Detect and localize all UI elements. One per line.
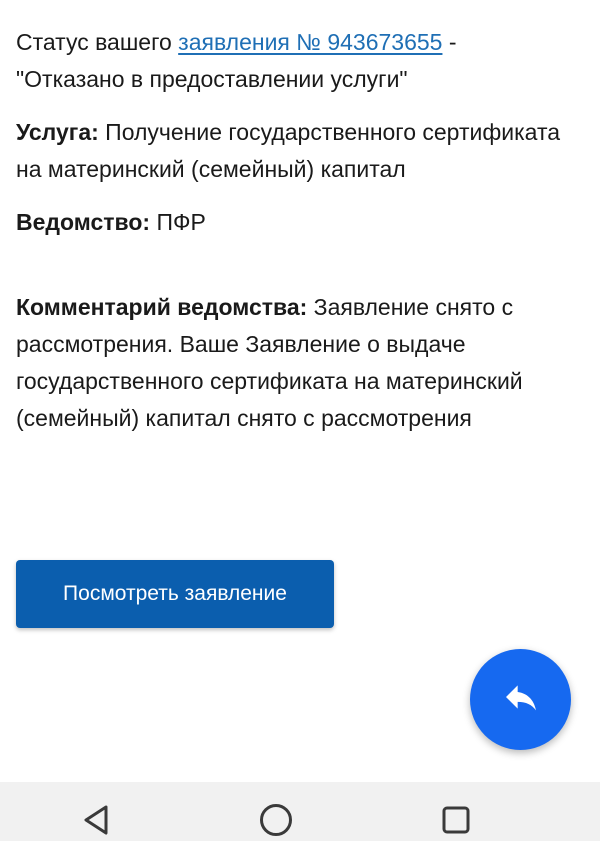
agency-value: ПФР [150,209,206,235]
view-application-button[interactable]: Посмотреть заявление [16,560,334,628]
application-link[interactable]: заявления № 943673655 [178,29,442,55]
agency-label: Ведомство: [16,209,151,235]
comment-label: Комментарий ведомства: [16,294,308,320]
service-label: Услуга: [16,119,99,145]
status-separator: - [442,29,457,55]
reply-icon [501,677,541,722]
comment-line: Комментарий ведомства: Заявление снято с… [16,289,576,437]
service-line: Услуга: Получение государственного серти… [16,114,576,188]
recents-square-icon [439,803,473,842]
status-prefix: Статус вашего [16,29,179,55]
back-triangle-icon [79,803,113,842]
home-circle-icon [258,802,294,843]
reply-fab-button[interactable] [470,649,571,750]
nav-recents-button[interactable] [436,802,476,842]
android-navigation-bar [0,782,600,841]
agency-line: Ведомство: ПФР [16,204,576,241]
nav-back-button[interactable] [76,802,116,842]
nav-home-button[interactable] [256,802,296,842]
status-value: "Отказано в предоставлении услуги" [16,66,408,92]
status-line: Статус вашего заявления № 943673655 - "О… [16,24,576,98]
notification-content: Статус вашего заявления № 943673655 - "О… [16,24,576,453]
